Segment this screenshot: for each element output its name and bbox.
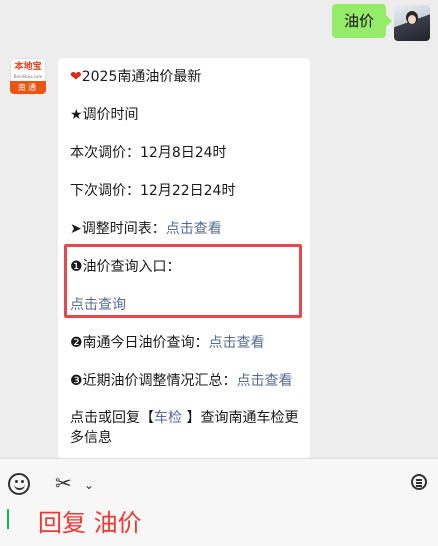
recent-adjust-line: ❸近期油价调整情况汇总：点击查看 xyxy=(70,371,293,391)
history-icon-line-3 xyxy=(416,485,422,487)
bot-logo-city: 南通 xyxy=(10,81,46,94)
reply-prefix: 点击或回复【 xyxy=(70,410,154,426)
next-adjust-time: 下次调价：12月22日24时 xyxy=(70,183,236,199)
emoji-icon[interactable] xyxy=(8,473,30,495)
message-title: 2025南通油价最新 xyxy=(81,69,202,85)
emoji-eye-left xyxy=(15,480,18,483)
query-entry-label: ❶油价查询入口： xyxy=(70,259,181,275)
schedule-label: ➤调整时间表： xyxy=(70,221,166,237)
today-price-link[interactable]: 点击查看 xyxy=(209,335,265,351)
today-price-label: ❷南通今日油价查询： xyxy=(70,335,209,351)
outgoing-message-text: 油价 xyxy=(343,12,374,30)
chat-area: 油价 本地宝 Bendibao.com 南通 ❤2025南通油价最新 ★调价时间… xyxy=(0,0,438,458)
outgoing-message-bubble[interactable]: 油价 xyxy=(331,4,393,38)
recent-adjust-link[interactable]: 点击查看 xyxy=(237,373,293,389)
text-cursor xyxy=(7,509,9,529)
message-input[interactable]: 回复 油价 xyxy=(38,507,142,539)
history-icon-line-1 xyxy=(416,479,422,481)
message-title-line: ❤2025南通油价最新 xyxy=(70,67,201,87)
emoji-eye-right xyxy=(21,480,24,483)
today-price-line: ❷南通今日油价查询：点击查看 xyxy=(70,333,265,353)
emoji-mouth xyxy=(14,484,25,490)
history-icon-line-2 xyxy=(416,482,422,484)
avatar-face xyxy=(408,15,416,24)
incoming-message-bubble: ❤2025南通油价最新 ★调价时间 本次调价：12月8日24时 下次调价：12月… xyxy=(58,58,310,458)
history-icon[interactable] xyxy=(410,473,428,493)
this-adjust-time: 本次调价：12月8日24时 xyxy=(70,145,227,161)
schedule-link[interactable]: 点击查看 xyxy=(166,221,222,237)
reply-keyword-link[interactable]: 车检 xyxy=(154,410,182,426)
recent-adjust-label: ❸近期油价调整情况汇总： xyxy=(70,373,237,389)
user-avatar[interactable] xyxy=(394,5,430,41)
chevron-down-icon[interactable]: ⌄ xyxy=(84,473,94,497)
heart-icon: ❤ xyxy=(70,69,82,85)
bot-logo-small-text: Bendibao.com xyxy=(13,74,43,79)
scissors-icon[interactable]: ✂ xyxy=(55,471,72,495)
bot-avatar[interactable]: 本地宝 Bendibao.com 南通 xyxy=(10,58,46,94)
adjust-time-header: ★调价时间 xyxy=(70,107,139,123)
reply-keyword-line: 点击或回复【车检 】查询南通车检更多信息 xyxy=(70,408,302,448)
bot-logo-text: 本地宝 xyxy=(14,62,42,72)
query-link[interactable]: 点击查询 xyxy=(70,295,126,315)
input-bar: ✂ ⌄ 回复 油价 xyxy=(0,458,438,546)
schedule-line: ➤调整时间表：点击查看 xyxy=(70,219,222,239)
